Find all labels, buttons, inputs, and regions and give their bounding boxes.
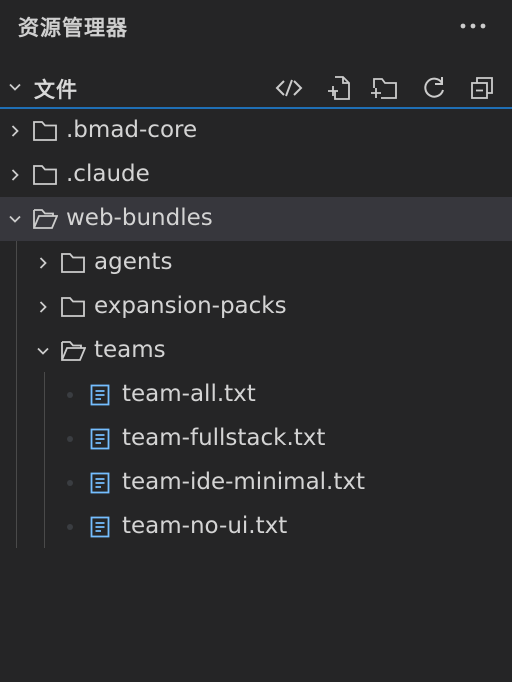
- chevron-down-icon: [37, 347, 49, 355]
- text-file-icon: [90, 384, 110, 406]
- tree-item-folder[interactable]: agents: [0, 241, 512, 285]
- decoration-dot: [67, 480, 73, 486]
- collapse-all-button[interactable]: [467, 73, 497, 103]
- tree-item-label: agents: [94, 249, 173, 275]
- text-file-icon: [90, 516, 110, 538]
- tree-item-label: team-fullstack.txt: [122, 425, 326, 451]
- explorer-title: 资源管理器: [18, 16, 128, 40]
- chevron-down-icon: [9, 83, 21, 91]
- tree-item-folder[interactable]: .claude: [0, 153, 512, 197]
- tree-item-file[interactable]: team-all.txt: [0, 373, 512, 417]
- chevron-right-icon: [11, 125, 19, 137]
- folder-icon: [61, 297, 85, 317]
- folder-icon: [61, 253, 85, 273]
- chevron-right-icon: [39, 301, 47, 313]
- refresh-button[interactable]: [419, 73, 449, 103]
- new-folder-button[interactable]: [369, 73, 399, 103]
- open-remote-button[interactable]: [274, 73, 304, 103]
- chevron-right-icon: [11, 169, 19, 181]
- ellipsis-icon: [460, 23, 486, 29]
- new-file-icon: [328, 76, 350, 100]
- folder-open-icon: [61, 341, 86, 361]
- tree-item-label: team-all.txt: [122, 381, 256, 407]
- files-section-header[interactable]: 文件: [0, 67, 512, 107]
- decoration-dot: [67, 524, 73, 530]
- explorer-titlebar: 资源管理器: [0, 0, 512, 54]
- tree-item-file[interactable]: team-no-ui.txt: [0, 505, 512, 549]
- tree-item-folder[interactable]: .bmad-core: [0, 109, 512, 153]
- tree-item-label: teams: [94, 337, 166, 363]
- tree-item-label: .bmad-core: [66, 117, 198, 143]
- chevron-right-icon: [39, 257, 47, 269]
- tree-item-folder[interactable]: teams: [0, 329, 512, 373]
- decoration-dot: [67, 436, 73, 442]
- open-remote-icon: [275, 79, 303, 97]
- decoration-dot: [67, 392, 73, 398]
- refresh-icon: [424, 77, 444, 98]
- tree-item-file[interactable]: team-ide-minimal.txt: [0, 461, 512, 505]
- folder-icon: [33, 121, 57, 141]
- tree-item-label: web-bundles: [66, 205, 213, 231]
- collapse-all-icon: [471, 77, 493, 99]
- tree-item-label: .claude: [66, 161, 150, 187]
- chevron-down-icon: [9, 215, 21, 223]
- folder-open-icon: [33, 209, 58, 229]
- tree-item-folder[interactable]: expansion-packs: [0, 285, 512, 329]
- text-file-icon: [90, 472, 110, 494]
- text-file-icon: [90, 428, 110, 450]
- new-folder-icon: [371, 78, 397, 99]
- tree-item-label: expansion-packs: [94, 293, 287, 319]
- more-actions-button[interactable]: [456, 12, 490, 40]
- folder-icon: [33, 165, 57, 185]
- tree-item-folder-selected[interactable]: web-bundles: [0, 197, 512, 241]
- tree-item-file[interactable]: team-fullstack.txt: [0, 417, 512, 461]
- new-file-button[interactable]: [324, 73, 354, 103]
- tree-item-label: team-ide-minimal.txt: [122, 469, 366, 495]
- section-title: 文件: [34, 78, 78, 102]
- tree-item-label: team-no-ui.txt: [122, 513, 288, 539]
